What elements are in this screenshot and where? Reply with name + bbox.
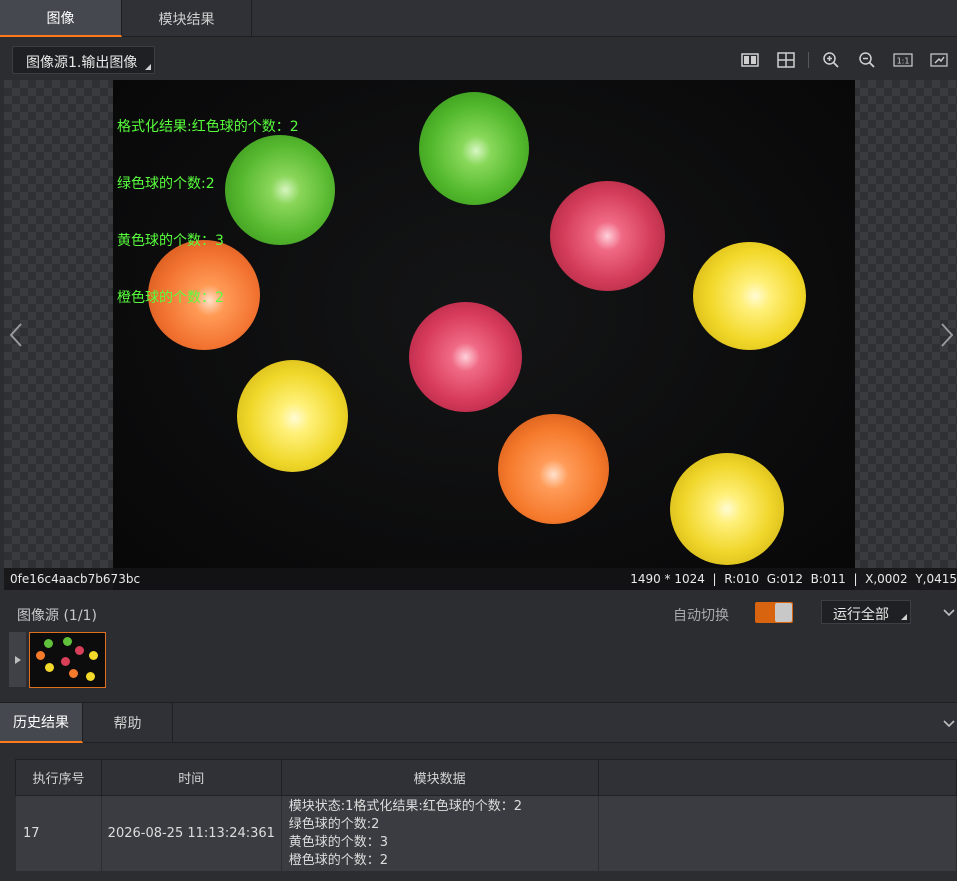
- split-view-icon[interactable]: [732, 51, 768, 69]
- image-source-title: 图像源 (1/1): [17, 608, 97, 624]
- cell-empty: [597, 795, 957, 872]
- image-status-bar: 0fe16c4aacb7b673bc 1490 * 1024 | R:010 G…: [4, 568, 957, 590]
- dropdown-corner-icon: [145, 64, 151, 70]
- zoom-in-icon[interactable]: [813, 51, 849, 69]
- orange-ball: [498, 414, 609, 524]
- overlay-line: 绿色球的个数:2: [117, 176, 215, 192]
- column-header-empty: [597, 759, 957, 796]
- thumb-ball: [44, 639, 53, 648]
- thumbnail-strip: [0, 632, 957, 702]
- column-header-index[interactable]: 执行序号: [15, 759, 102, 796]
- tab-help[interactable]: 帮助: [83, 703, 173, 743]
- yellow-ball: [670, 453, 784, 565]
- chevron-right-icon: [941, 323, 954, 347]
- column-header-module-data[interactable]: 模块数据: [280, 759, 599, 796]
- history-tab-bar: 历史结果 帮助: [0, 702, 957, 743]
- previous-image-button[interactable]: [6, 320, 26, 350]
- cell-module-data: 模块状态:1格式化结果:红色球的个数：2 绿色球的个数:2 黄色球的个数：3 橙…: [280, 795, 599, 872]
- run-all-label: 运行全部: [833, 607, 889, 623]
- strip-expand-button[interactable]: [9, 632, 26, 687]
- thumb-ball: [69, 669, 78, 678]
- table-row[interactable]: 17 2026-08-25 11:13:24:361 模块状态:1格式化结果:红…: [15, 795, 957, 872]
- chevron-down-icon[interactable]: [941, 605, 957, 621]
- fit-icon[interactable]: [921, 51, 957, 69]
- yellow-ball: [237, 360, 348, 472]
- play-icon: [14, 655, 21, 664]
- yellow-ball: [693, 242, 806, 350]
- thumb-ball: [75, 646, 84, 655]
- image-viewer[interactable]: 格式化结果:红色球的个数：2 绿色球的个数:2 黄色球的个数：3 橙色球的个数：…: [4, 80, 957, 590]
- next-image-button[interactable]: [937, 320, 957, 350]
- tab-image[interactable]: 图像: [0, 0, 122, 37]
- result-overlay: 格式化结果:红色球的个数：2 绿色球的个数:2 黄色球的个数：3 橙色球的个数：…: [117, 80, 299, 346]
- cell-time: 2026-08-25 11:13:24:361: [100, 795, 282, 872]
- red-ball: [550, 181, 665, 291]
- zoom-out-icon[interactable]: [849, 51, 885, 69]
- top-tab-bar: 图像 模块结果: [0, 0, 957, 37]
- image-toolbar: 图像源1.输出图像 1:1: [0, 37, 957, 80]
- overlay-line: 橙色球的个数：2: [117, 290, 224, 306]
- thumb-ball: [63, 637, 72, 646]
- green-ball: [419, 92, 529, 205]
- overlay-line: 格式化结果:红色球的个数：2: [117, 119, 299, 135]
- chevron-left-icon: [9, 323, 22, 347]
- history-table: 执行序号 时间 模块数据 17 2026-08-25 11:13:24:361 …: [15, 759, 957, 872]
- auto-switch-toggle[interactable]: [755, 602, 793, 623]
- image-source-select[interactable]: 图像源1.输出图像: [12, 46, 155, 74]
- thumb-ball: [86, 672, 95, 681]
- tab-history-results[interactable]: 历史结果: [0, 703, 83, 743]
- dropdown-corner-icon: [901, 614, 907, 620]
- auto-switch-label: 自动切换: [673, 608, 729, 624]
- image-source-header: 图像源 (1/1) 自动切换 运行全部: [0, 592, 957, 632]
- thumb-ball: [36, 651, 45, 660]
- chevron-down-icon[interactable]: [941, 716, 957, 732]
- view-tools: 1:1: [732, 51, 957, 71]
- history-panel: 执行序号 时间 模块数据 17 2026-08-25 11:13:24:361 …: [0, 743, 957, 881]
- cell-index: 17: [15, 795, 102, 872]
- grid-icon[interactable]: [768, 51, 804, 69]
- column-header-time[interactable]: 时间: [100, 759, 282, 796]
- thumb-ball: [89, 651, 98, 660]
- image-id: 0fe16c4aacb7b673bc: [10, 572, 141, 586]
- thumb-ball: [61, 657, 70, 666]
- thumb-ball: [45, 663, 54, 672]
- image-source-select-label: 图像源1.输出图像: [26, 55, 138, 71]
- image-thumbnail[interactable]: [29, 632, 106, 688]
- output-image: 格式化结果:红色球的个数：2 绿色球的个数:2 黄色球的个数：3 橙色球的个数：…: [113, 80, 855, 590]
- red-ball: [409, 302, 522, 412]
- toolbar-divider: [808, 52, 809, 68]
- pixel-info: 1490 * 1024 | R:010 G:012 B:011 | X,0002…: [630, 572, 957, 586]
- run-all-select[interactable]: 运行全部: [821, 600, 911, 624]
- overlay-line: 黄色球的个数：3: [117, 233, 224, 249]
- toggle-knob: [775, 603, 792, 622]
- tab-module-results[interactable]: 模块结果: [122, 0, 252, 37]
- actual-size-icon[interactable]: 1:1: [885, 51, 921, 69]
- table-header-row: 执行序号 时间 模块数据: [15, 759, 957, 796]
- actual-size-label: 1:1: [897, 57, 910, 66]
